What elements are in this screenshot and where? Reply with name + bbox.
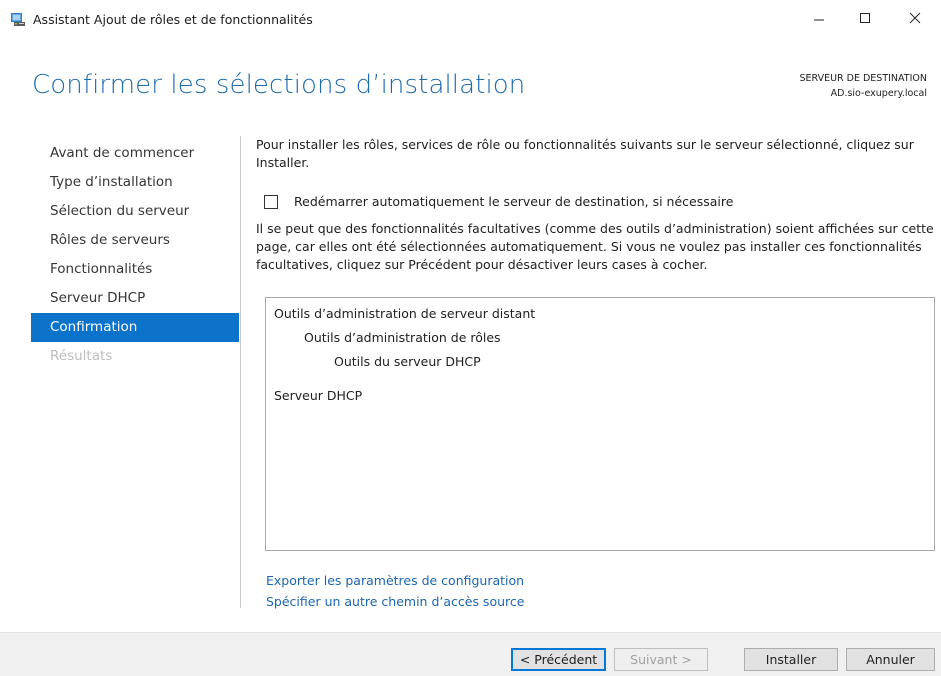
nav-item-installation-type[interactable]: Type d’installation	[31, 168, 239, 197]
intro-text: Pour installer les rôles, services de rô…	[256, 137, 914, 170]
nav-divider	[240, 136, 241, 608]
close-icon	[909, 12, 921, 24]
selection-role-admin-tools: Outils d’administration de rôles	[304, 330, 501, 345]
cancel-button[interactable]: Annuler	[846, 648, 935, 671]
restart-checkbox[interactable]	[264, 194, 278, 209]
destination-server-label: SERVEUR DE DESTINATION	[799, 73, 927, 84]
selection-rsat: Outils d’administration de serveur dista…	[274, 306, 536, 321]
window-title: Assistant Ajout de rôles et de fonctionn…	[33, 12, 313, 27]
minimize-icon	[813, 12, 825, 24]
optional-features-note: Il se peut que des fonctionnalités facul…	[256, 221, 934, 272]
restart-option[interactable]: Redémarrer automatiquement le serveur de…	[264, 194, 733, 209]
main-content: Pour installer les rôles, services de rô…	[256, 136, 939, 272]
nav-item-features[interactable]: Fonctionnalités	[31, 255, 239, 284]
nav-item-confirmation[interactable]: Confirmation	[31, 313, 239, 342]
selection-dhcp-server: Serveur DHCP	[274, 388, 363, 403]
minimize-button[interactable]	[796, 2, 842, 34]
maximize-button[interactable]	[842, 2, 888, 34]
nav-item-before-you-begin[interactable]: Avant de commencer	[31, 139, 239, 168]
previous-button[interactable]: < Précédent	[511, 648, 606, 671]
close-button[interactable]	[892, 2, 938, 34]
destination-server-name: AD.sio-exupery.local	[830, 88, 927, 99]
wizard-footer: < Précédent Suivant > Installer Annuler	[0, 632, 941, 676]
wizard-steps-nav: Avant de commencer Type d’installation S…	[31, 139, 239, 371]
maximize-icon	[859, 12, 871, 24]
nav-item-server-roles[interactable]: Rôles de serveurs	[31, 226, 239, 255]
nav-item-server-selection[interactable]: Sélection du serveur	[31, 197, 239, 226]
nav-item-dhcp-server[interactable]: Serveur DHCP	[31, 284, 239, 313]
selection-dhcp-tools: Outils du serveur DHCP	[334, 354, 481, 369]
selections-list: Outils d’administration de serveur dista…	[265, 297, 935, 551]
server-manager-icon	[10, 11, 26, 27]
install-button[interactable]: Installer	[744, 648, 838, 671]
title-bar: Assistant Ajout de rôles et de fonctionn…	[0, 0, 941, 40]
next-button: Suivant >	[614, 648, 708, 671]
export-settings-link[interactable]: Exporter les paramètres de configuration	[266, 573, 524, 588]
restart-checkbox-label[interactable]: Redémarrer automatiquement le serveur de…	[294, 194, 733, 209]
page-title: Confirmer les sélections d’installation	[32, 70, 526, 100]
alternate-source-path-link[interactable]: Spécifier un autre chemin d’accès source	[266, 594, 524, 609]
nav-item-results: Résultats	[50, 348, 113, 364]
